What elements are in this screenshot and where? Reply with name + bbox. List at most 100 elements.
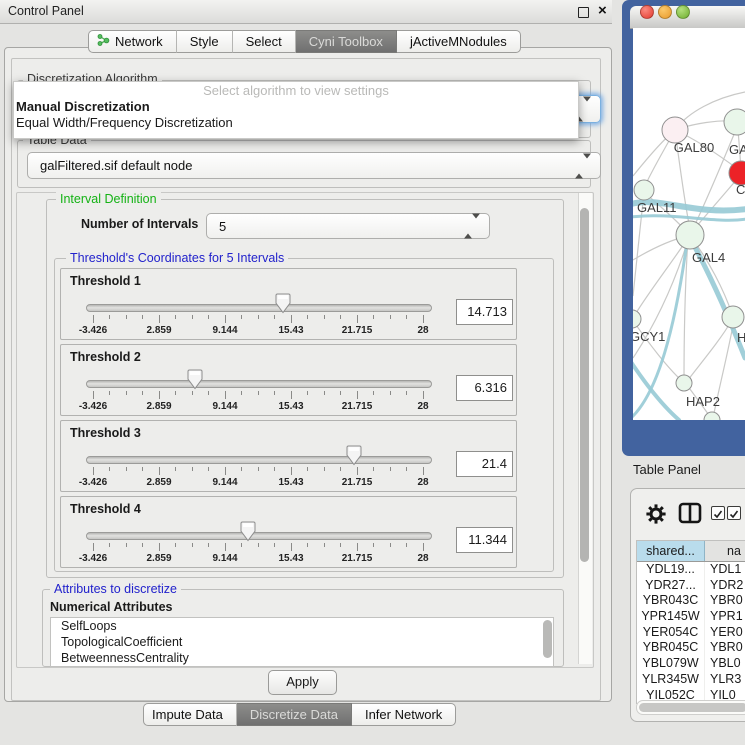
network-node[interactable]: [704, 412, 720, 420]
tab-discretize-data[interactable]: Discretize Data: [237, 703, 352, 726]
slider-tick: [225, 391, 226, 399]
column-header-name[interactable]: na: [705, 541, 745, 561]
network-node[interactable]: [676, 221, 704, 249]
threshold-slider[interactable]: -3.4262.8599.14415.4321.71528: [86, 421, 430, 491]
attribute-list-item[interactable]: BetweennessCentrality: [51, 650, 553, 666]
slider-tick: [192, 315, 193, 319]
slider-tick: [109, 315, 110, 319]
numerical-attributes-list[interactable]: SelfLoopsTopologicalCoefficientBetweenne…: [50, 617, 554, 667]
tab-select[interactable]: Select: [233, 30, 296, 53]
tab-impute-data[interactable]: Impute Data: [143, 703, 237, 726]
threshold-coordinates-label: Threshold's Coordinates for 5 Intervals: [66, 251, 288, 265]
network-node[interactable]: [722, 306, 744, 328]
table-cell-name: YLR3: [705, 672, 745, 688]
table-data-combobox[interactable]: galFiltered.sif default node: [27, 152, 601, 179]
network-node[interactable]: [724, 109, 745, 135]
slider-tick: [274, 315, 275, 319]
table-panel-title: Table Panel: [633, 462, 701, 477]
zoom-traffic-light[interactable]: [676, 5, 690, 19]
vertical-scrollbar-thumb[interactable]: [580, 208, 589, 562]
slider-tick: [225, 467, 226, 475]
table-row[interactable]: YBR043CYBR0: [637, 593, 745, 609]
checkbox-icon[interactable]: [727, 506, 741, 520]
network-canvas[interactable]: GAL80GACGAL11GAL4GCY1HHAP2: [633, 28, 745, 420]
network-node[interactable]: [634, 180, 654, 200]
slider-tick: [291, 315, 292, 323]
attributes-scrollbar-thumb[interactable]: [543, 620, 552, 658]
slider-handle[interactable]: [240, 521, 256, 542]
combo-stepper-icon: [464, 219, 480, 234]
slider-track[interactable]: [86, 304, 432, 312]
slider-handle[interactable]: [187, 369, 203, 390]
float-window-icon[interactable]: [578, 7, 589, 18]
tab-style[interactable]: Style: [177, 30, 233, 53]
horizontal-scrollbar-thumb[interactable]: [639, 703, 745, 712]
minimize-traffic-light[interactable]: [658, 5, 672, 19]
slider-track[interactable]: [86, 532, 432, 540]
attribute-list-item[interactable]: SelfLoops: [51, 618, 553, 634]
network-node-label: HAP2: [686, 394, 720, 409]
close-icon[interactable]: ×: [598, 2, 607, 19]
gear-icon[interactable]: [645, 503, 667, 530]
threshold-value-field[interactable]: 21.4: [456, 451, 513, 477]
slider-tick-label: 28: [401, 477, 445, 488]
network-graph: GAL80GACGAL11GAL4GCY1HHAP2: [633, 28, 745, 420]
slider-tick: [208, 315, 209, 319]
threshold-panel: Threshold 4-3.4262.8599.14415.4321.71528…: [60, 496, 517, 568]
table-row[interactable]: YDR27...YDR2: [637, 578, 745, 594]
slider-tick: [258, 543, 259, 547]
table-data-combobox-value: galFiltered.sif default node: [40, 158, 192, 173]
checkbox-icon[interactable]: [711, 506, 725, 520]
algorithm-placeholder-option[interactable]: Select algorithm to view settings: [14, 82, 578, 99]
slider-tick-label: 9.144: [203, 325, 247, 336]
slider-tick: [307, 467, 308, 471]
slider-tick-label: 15.43: [269, 325, 313, 336]
tab-jactivemnodules[interactable]: jActiveMNodules: [397, 30, 521, 53]
slider-tick: [324, 315, 325, 319]
split-columns-icon[interactable]: [678, 502, 702, 529]
attributes-group-label: Attributes to discretize: [50, 582, 181, 596]
slider-track[interactable]: [86, 456, 432, 464]
slider-tick: [357, 543, 358, 551]
table-row[interactable]: YPR145WYPR1: [637, 609, 745, 625]
tab-network[interactable]: Network: [88, 30, 177, 53]
slider-tick: [423, 467, 424, 475]
slider-tick: [373, 543, 374, 547]
slider-tick-label: -3.426: [71, 553, 115, 564]
slider-tick: [307, 315, 308, 319]
horizontal-scrollbar[interactable]: [636, 700, 745, 715]
number-of-intervals-combobox[interactable]: 5: [206, 213, 490, 239]
tab-cyni-toolbox[interactable]: Cyni Toolbox: [296, 30, 397, 53]
threshold-value-field[interactable]: 6.316: [456, 375, 513, 401]
tab-infer-network[interactable]: Infer Network: [352, 703, 456, 726]
network-node[interactable]: [633, 310, 641, 328]
attribute-list-item[interactable]: TopologicalCoefficient: [51, 634, 553, 650]
threshold-value-field[interactable]: 14.713: [456, 299, 513, 325]
table-row[interactable]: YER054CYER0: [637, 625, 745, 641]
threshold-value-field[interactable]: 11.344: [456, 527, 513, 553]
slider-tick: [258, 391, 259, 395]
slider-tick-label: 15.43: [269, 401, 313, 412]
table-cell-shared-name: YPR145W: [637, 609, 705, 625]
close-traffic-light[interactable]: [640, 5, 654, 19]
slider-tick: [159, 467, 160, 475]
algorithm-option-equal-width[interactable]: Equal Width/Frequency Discretization: [14, 115, 578, 131]
threshold-slider[interactable]: -3.4262.8599.14415.4321.71528: [86, 269, 430, 339]
threshold-slider[interactable]: -3.4262.8599.14415.4321.71528: [86, 497, 430, 567]
apply-button[interactable]: Apply: [268, 670, 337, 695]
slider-track[interactable]: [86, 380, 432, 388]
slider-tick: [93, 315, 94, 323]
slider-tick-label: -3.426: [71, 477, 115, 488]
table-header-row: shared... na: [637, 541, 745, 562]
threshold-slider[interactable]: -3.4262.8599.14415.4321.71528: [86, 345, 430, 415]
table-row[interactable]: YBR045CYBR0: [637, 640, 745, 656]
table-row[interactable]: YDL19...YDL1: [637, 562, 745, 578]
slider-handle[interactable]: [346, 445, 362, 466]
network-node[interactable]: [676, 375, 692, 391]
table-cell-shared-name: YBR043C: [637, 593, 705, 609]
column-header-shared-name[interactable]: shared...: [637, 541, 705, 561]
algorithm-option-manual[interactable]: Manual Discretization: [14, 99, 578, 115]
slider-handle[interactable]: [275, 293, 291, 314]
table-row[interactable]: YLR345WYLR3: [637, 672, 745, 688]
table-row[interactable]: YBL079WYBL0: [637, 656, 745, 672]
